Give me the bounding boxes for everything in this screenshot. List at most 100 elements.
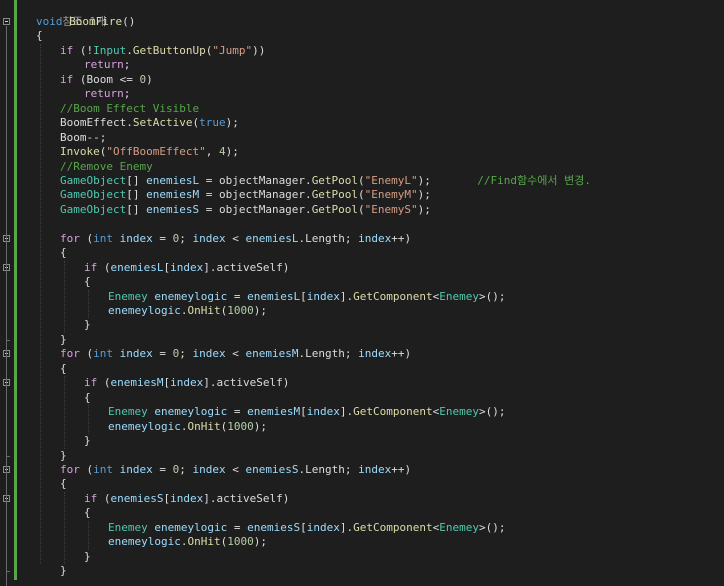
code-line[interactable]: if (Boom <= 0) [36, 73, 153, 87]
code-line[interactable]: enemeylogic.OnHit(1000); [36, 420, 267, 434]
code-token: ); [253, 304, 267, 317]
code-token: for [60, 462, 80, 476]
code-token: { [84, 275, 91, 289]
code-line[interactable]: BoomEffect.SetActive(true); [36, 116, 239, 130]
code-token: ]. [339, 520, 354, 534]
code-token: enemiesM [245, 347, 299, 361]
code-token: enemeylogic [108, 304, 181, 317]
code-line[interactable]: Boom--; [36, 131, 106, 145]
code-line[interactable]: enemeylogic.OnHit(1000); [36, 535, 267, 549]
code-line[interactable]: for (int index = 0; index < enemiesL.Len… [36, 232, 411, 246]
code-token: return [84, 87, 124, 101]
code-token: enemiesL [247, 289, 301, 303]
code-token: GetComponent [353, 405, 433, 419]
code-token: Enemey [439, 289, 479, 303]
code-token: ; [179, 462, 193, 476]
code-token: BoomEffect. [60, 116, 133, 130]
code-token: ); [225, 145, 239, 159]
code-token: OnHit [187, 535, 221, 549]
code-token: Enemey [108, 405, 148, 419]
code-token: index [192, 231, 226, 245]
code-token: "EnemyM" [364, 188, 418, 202]
code-token: = [227, 405, 248, 419]
code-token: < [225, 231, 246, 245]
code-line[interactable]: } [36, 564, 67, 578]
code-token: if [84, 491, 98, 505]
code-line[interactable]: for (int index = 0; index < enemiesS.Len… [36, 463, 411, 477]
code-line[interactable]: GameObject[] enemiesS = objectManager.Ge… [36, 203, 431, 217]
code-token: index [192, 462, 226, 476]
code-line[interactable]: for (int index = 0; index < enemiesM.Len… [36, 347, 411, 361]
code-token: { [60, 246, 67, 260]
code-token: "EnemyS" [364, 202, 418, 216]
code-line[interactable]: if (enemiesL[index].activeSelf) [36, 261, 289, 275]
code-line[interactable]: if (!Input.GetButtonUp("Jump")) [36, 44, 265, 58]
code-line[interactable]: Enemey enemeylogic = enemiesM[index].Get… [36, 405, 505, 419]
code-token: "EnemyL" [364, 173, 418, 187]
code-line[interactable]: return; [36, 58, 130, 72]
code-token: } [60, 564, 67, 578]
code-line[interactable]: void BoomFire() [36, 15, 135, 29]
code-line[interactable]: Enemey enemeylogic = enemiesL[index].Get… [36, 290, 505, 304]
code-token: enemiesS [245, 462, 299, 476]
code-token: } [84, 549, 91, 563]
code-token: ); [417, 188, 431, 202]
code-token: , [205, 145, 219, 159]
code-token: ); [417, 173, 478, 187]
code-token: = objectManager. [199, 173, 312, 187]
code-token: OnHit [187, 304, 221, 317]
code-token: ; [123, 58, 131, 72]
code-token: enemiesL [110, 260, 164, 274]
indent-guide [88, 520, 90, 550]
code-token: GameObject [60, 188, 127, 202]
change-indicator-bar [14, 0, 17, 580]
code-line[interactable]: return; [36, 87, 130, 101]
code-line[interactable]: GameObject[] enemiesM = objectManager.Ge… [36, 188, 431, 202]
code-token: Invoke [60, 145, 100, 159]
code-token: return [84, 58, 124, 72]
code-token: ++) [391, 231, 412, 245]
code-line[interactable]: //Remove Enemy [36, 160, 153, 174]
code-token: index [170, 491, 204, 505]
code-token: //Boom Effect Visible [60, 101, 200, 115]
code-line[interactable]: Invoke("OffBoomEffect", 4); [36, 145, 239, 159]
code-token: = [152, 231, 173, 245]
code-token: Enemey [108, 520, 148, 534]
code-token: ( [358, 173, 365, 187]
code-line[interactable]: enemeylogic.OnHit(1000); [36, 304, 267, 318]
code-line[interactable]: { [36, 29, 43, 43]
outline-end-tick [6, 571, 10, 573]
code-token: for [60, 347, 80, 361]
code-token: ( [97, 260, 111, 274]
code-token: ); [253, 419, 267, 433]
editor-gutter [0, 0, 14, 586]
code-token: Boom--; [60, 130, 107, 144]
code-token: OnHit [187, 419, 221, 433]
outline-end-tick [6, 339, 10, 341]
code-token: { [60, 361, 67, 375]
code-token: ; [179, 347, 193, 361]
collapse-block-icon[interactable] [3, 18, 10, 25]
reference-codelens[interactable]: 참조 1개 [36, 1, 107, 28]
code-token: = [227, 520, 248, 534]
code-line[interactable]: if (enemiesM[index].activeSelf) [36, 376, 289, 390]
code-line[interactable]: GameObject[] enemiesL = objectManager.Ge… [36, 174, 591, 188]
code-token: ); [253, 535, 267, 549]
code-token: index [119, 347, 153, 361]
code-token: enemiesS [247, 520, 301, 534]
code-token: )) [252, 43, 266, 57]
code-token: Enemey [439, 405, 479, 419]
indent-guide [64, 491, 66, 565]
code-line[interactable]: if (enemiesS[index].activeSelf) [36, 492, 289, 506]
code-token: enemiesL [245, 231, 299, 245]
code-token: ( [97, 376, 111, 390]
code-token: if [84, 376, 98, 390]
code-token: GameObject [60, 202, 127, 216]
code-token: "OffBoomEffect" [106, 145, 206, 159]
code-token: () [122, 15, 136, 28]
code-line[interactable]: //Boom Effect Visible [36, 102, 199, 116]
code-token: } [84, 434, 91, 448]
code-line[interactable]: Enemey enemeylogic = enemiesS[index].Get… [36, 521, 505, 535]
code-token: . [126, 43, 133, 57]
code-token: = [227, 289, 248, 303]
